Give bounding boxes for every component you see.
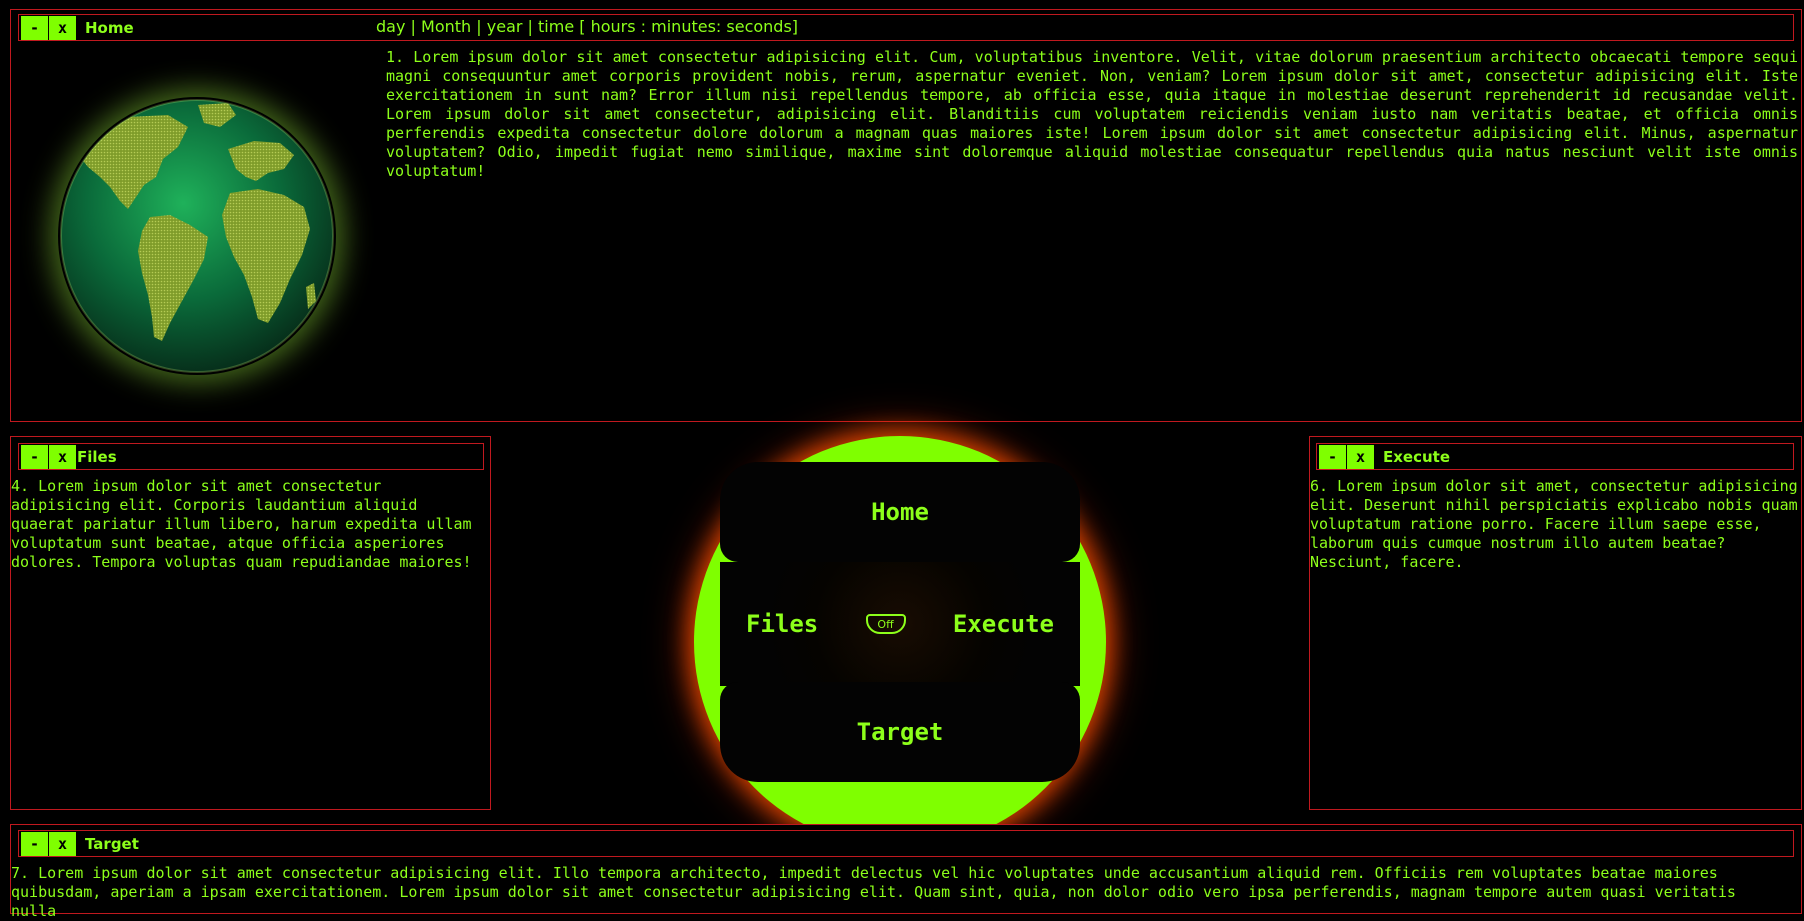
target-window-title: Target <box>85 834 139 853</box>
dial-target-button[interactable]: Target <box>720 682 1080 782</box>
dial-home-label: Home <box>871 498 929 526</box>
power-toggle[interactable]: Off <box>865 614 906 634</box>
target-titlebar[interactable]: - x Target <box>18 830 1794 857</box>
home-body-text: 1. Lorem ipsum dolor sit amet consectetu… <box>386 48 1798 180</box>
dial-target-label: Target <box>856 718 944 746</box>
date-separator: | <box>410 17 416 36</box>
date-separator: | <box>476 17 482 36</box>
files-body-text: 4. Lorem ipsum dolor sit amet consectetu… <box>11 477 472 571</box>
power-toggle-label: Off <box>877 617 894 631</box>
dial-execute-label: Execute <box>952 610 1054 638</box>
date-separator: | <box>527 17 533 36</box>
dial-home-button[interactable]: Home <box>720 462 1080 562</box>
dial-middle-row: Files Off Execute <box>720 562 1080 686</box>
execute-close-button[interactable]: x <box>1347 444 1374 469</box>
home-window-title: Home <box>85 18 134 37</box>
dial-files-button[interactable]: Files <box>720 610 844 638</box>
home-close-button[interactable]: x <box>49 15 76 40</box>
files-minimize-button[interactable]: - <box>21 444 48 469</box>
execute-minimize-button[interactable]: - <box>1319 444 1346 469</box>
date-month: Month <box>421 17 472 36</box>
date-year: year <box>486 17 523 36</box>
home-titlebar[interactable]: - x Home <box>18 14 1794 41</box>
execute-body-text: 6. Lorem ipsum dolor sit amet, consectet… <box>1310 477 1798 571</box>
dial-files-label: Files <box>746 610 819 638</box>
home-minimize-button[interactable]: - <box>21 15 48 40</box>
date-day: day <box>376 17 406 36</box>
globe-icon <box>58 97 336 375</box>
target-minimize-button[interactable]: - <box>21 831 48 856</box>
files-close-button[interactable]: x <box>49 444 76 469</box>
target-body-text: 7. Lorem ipsum dolor sit amet consectetu… <box>11 864 1736 920</box>
target-close-button[interactable]: x <box>49 831 76 856</box>
files-titlebar[interactable]: - x Files <box>18 443 484 470</box>
execute-titlebar[interactable]: - x Execute <box>1316 443 1794 470</box>
date-time-bar: day | Month | year | time [ hours : minu… <box>376 17 798 36</box>
dial-execute-button[interactable]: Execute <box>927 610 1080 638</box>
files-window-title: Files <box>77 447 117 466</box>
execute-window-title: Execute <box>1383 447 1451 466</box>
date-time: time [ hours : minutes: seconds] <box>538 17 799 36</box>
